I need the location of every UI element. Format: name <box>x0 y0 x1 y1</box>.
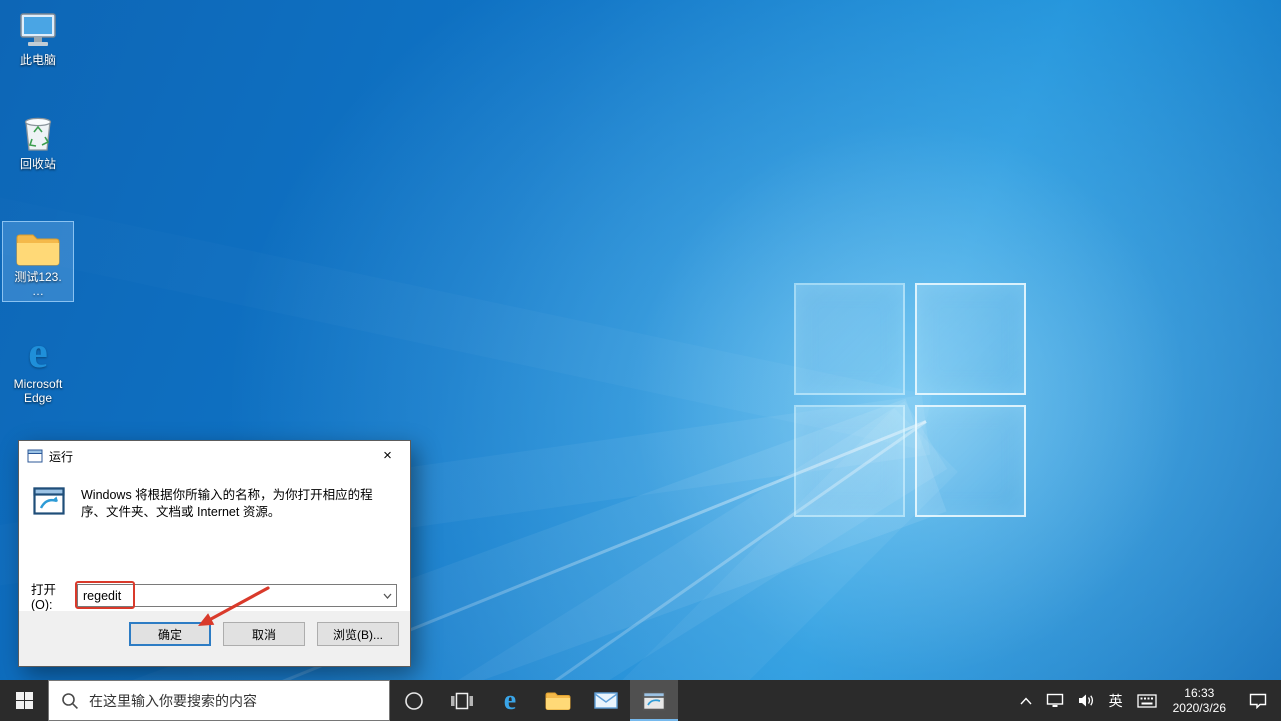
desktop-icon-label: 回收站 <box>4 157 72 171</box>
browse-button[interactable]: 浏览(B)... <box>317 622 399 646</box>
taskbar-search-box[interactable] <box>48 680 390 721</box>
task-view-button[interactable] <box>438 680 486 721</box>
clock-date: 2020/3/26 <box>1173 701 1226 716</box>
desktop-icon-recycle-bin[interactable]: 回收站 <box>2 108 74 175</box>
desktop-icon-microsoft-edge[interactable]: e Microsoft Edge <box>2 328 74 409</box>
chevron-up-icon <box>1020 697 1032 705</box>
ok-button[interactable]: 确定 <box>129 622 211 646</box>
run-dialog-titlebar[interactable]: 运行 × <box>19 441 410 471</box>
chevron-down-icon[interactable] <box>378 585 396 606</box>
run-dialog-title: 运行 <box>49 448 73 465</box>
desktop-icon-label: Microsoft Edge <box>4 377 72 405</box>
system-tray: 英 16:33 2020/3/26 <box>1013 680 1281 721</box>
desktop-icon-test-folder[interactable]: 测试123. … <box>2 221 74 302</box>
run-dialog-description: Windows 将根据你所输入的名称，为你打开相应的程序、文件夹、文档或 Int… <box>81 487 394 521</box>
touch-keyboard-button[interactable] <box>1130 680 1164 721</box>
taskbar-file-explorer-button[interactable] <box>534 680 582 721</box>
cortana-icon <box>404 691 424 711</box>
desktop-icon-label: 测试123. <box>4 270 72 284</box>
desktop-icon-label: 此电脑 <box>4 53 72 67</box>
tray-expand-button[interactable] <box>1013 680 1039 721</box>
ethernet-icon <box>1046 693 1064 708</box>
desktop-icon-label-ellipsis: … <box>4 284 72 298</box>
task-view-icon <box>450 692 474 710</box>
run-command-combobox[interactable] <box>77 584 397 607</box>
open-label: 打开(O): <box>31 579 77 612</box>
taskbar: e <box>0 680 1281 721</box>
windows-logo-pane <box>915 283 1026 395</box>
start-button[interactable] <box>0 680 48 721</box>
taskbar-edge-button[interactable]: e <box>486 680 534 721</box>
action-center-icon <box>1249 693 1267 709</box>
desktop-icon-this-pc[interactable]: 此电脑 <box>2 4 74 71</box>
run-window-icon <box>642 691 666 711</box>
windows-start-icon <box>16 692 33 709</box>
close-icon: × <box>383 447 392 464</box>
edge-icon: e <box>504 685 516 717</box>
action-center-button[interactable] <box>1235 680 1281 721</box>
this-pc-icon <box>15 8 61 50</box>
mail-icon <box>594 692 618 709</box>
windows-logo <box>794 283 1026 517</box>
keyboard-icon <box>1137 694 1157 708</box>
windows-logo-pane <box>915 405 1026 517</box>
cancel-button[interactable]: 取消 <box>223 622 305 646</box>
run-dialog-footer: 确定 取消 浏览(B)... <box>19 611 410 666</box>
windows-logo-pane <box>794 283 905 395</box>
ime-indicator[interactable]: 英 <box>1102 680 1130 721</box>
taskbar-mail-button[interactable] <box>582 680 630 721</box>
speaker-icon <box>1078 693 1095 708</box>
recycle-bin-icon <box>15 112 61 154</box>
clock-time: 16:33 <box>1184 686 1214 701</box>
network-status-icon[interactable] <box>1039 680 1071 721</box>
search-input[interactable] <box>89 693 369 709</box>
taskbar-run-button[interactable] <box>630 680 678 721</box>
run-window-icon <box>27 449 43 463</box>
cortana-button[interactable] <box>390 680 438 721</box>
close-button[interactable]: × <box>365 441 410 471</box>
edge-icon: e <box>15 332 61 374</box>
windows-logo-pane <box>794 405 905 517</box>
search-icon <box>61 692 79 710</box>
windows-desktop: 此电脑 回收站 测试123. … e Microsoft Edge <box>0 0 1281 721</box>
folder-icon <box>15 225 61 267</box>
run-icon <box>33 487 65 521</box>
file-explorer-icon <box>545 691 571 711</box>
run-command-input[interactable] <box>77 584 397 607</box>
taskbar-clock[interactable]: 16:33 2020/3/26 <box>1164 680 1235 721</box>
volume-button[interactable] <box>1071 680 1102 721</box>
run-dialog-window: 运行 × Windows 将根据你所输入的名称，为你打开相应的程序、文件夹、文档… <box>18 440 411 667</box>
